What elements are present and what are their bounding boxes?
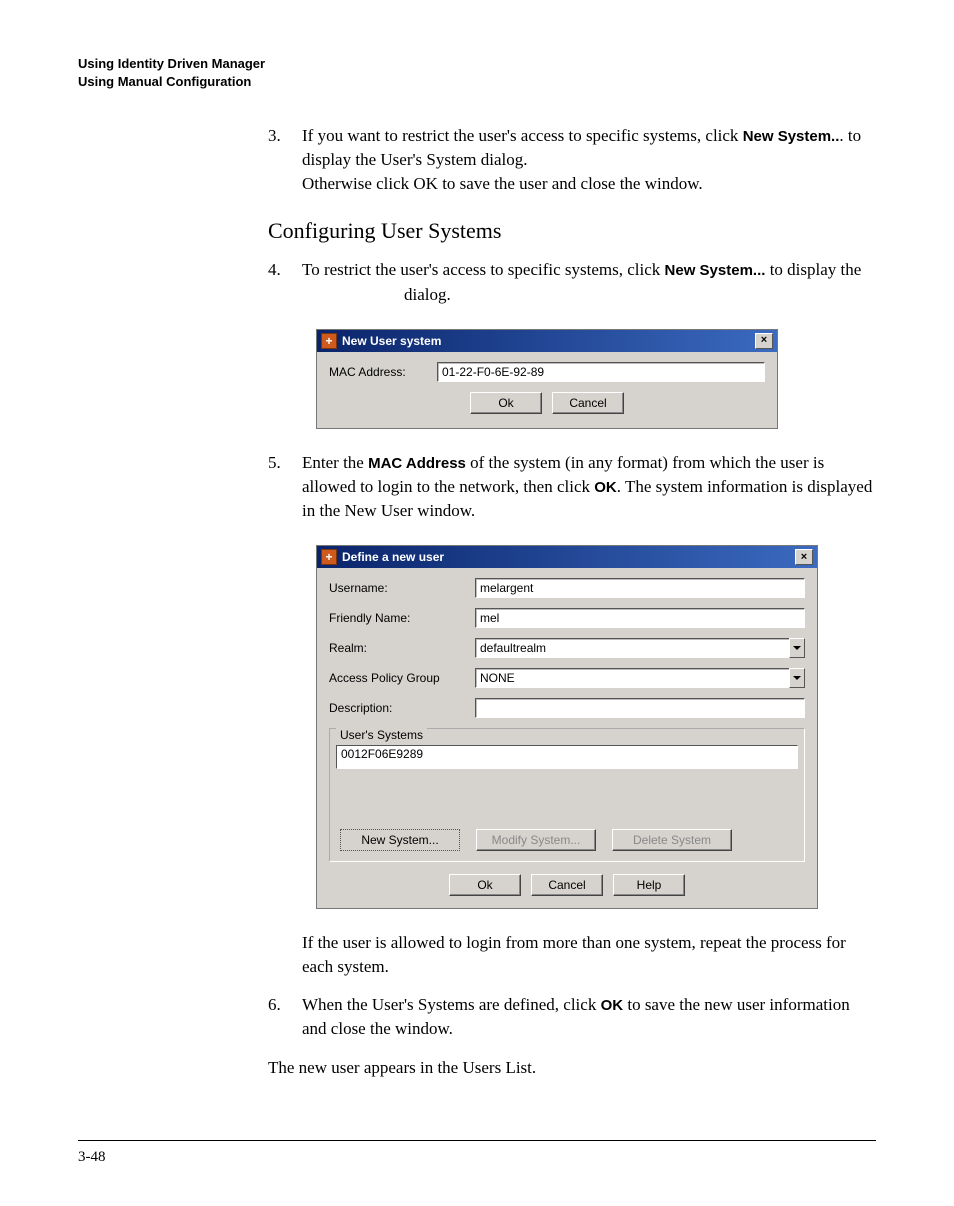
friendly-name-input[interactable] <box>475 608 805 628</box>
delete-system-button[interactable]: Delete System <box>612 829 732 851</box>
apg-combo-input[interactable] <box>475 668 790 688</box>
dialog2-titlebar: + Define a new user × <box>317 546 817 568</box>
modify-system-button[interactable]: Modify System... <box>476 829 596 851</box>
description-label: Description: <box>329 701 475 715</box>
realm-label: Realm: <box>329 641 475 655</box>
step-5: 5. Enter the MAC Address of the system (… <box>268 451 876 523</box>
dialog2-cancel-button[interactable]: Cancel <box>531 874 603 896</box>
section-title: Configuring User Systems <box>268 218 876 244</box>
dialog1-title: New User system <box>342 334 441 348</box>
dialog2-title-icon: + <box>321 549 337 565</box>
step-4-body: To restrict the user's access to specifi… <box>302 258 876 306</box>
bold-ok-a: OK <box>594 479 617 496</box>
step-5-number: 5. <box>268 451 302 523</box>
users-systems-group-label: User's Systems <box>336 728 427 742</box>
page-number: 3-48 <box>78 1149 876 1166</box>
friendly-name-label: Friendly Name: <box>329 611 475 625</box>
dialog2-help-button[interactable]: Help <box>613 874 685 896</box>
mac-address-label: MAC Address: <box>329 365 437 379</box>
dialog1-titlebar: + New User system × <box>317 330 777 352</box>
bold-ok-b: OK <box>601 997 624 1014</box>
description-input[interactable] <box>475 698 805 718</box>
apg-combo-dropdown-icon[interactable] <box>789 668 805 688</box>
bold-mac-address: MAC Address <box>368 455 466 472</box>
step-3-number: 3. <box>268 124 302 196</box>
step-5-body: Enter the MAC Address of the system (in … <box>302 451 876 523</box>
define-new-user-dialog: + Define a new user × Username: Friendly… <box>316 545 818 909</box>
step-4-number: 4. <box>268 258 302 306</box>
username-input[interactable] <box>475 578 805 598</box>
step-6-body: When the User's Systems are defined, cli… <box>302 993 876 1041</box>
step-3: 3. If you want to restrict the user's ac… <box>268 124 876 196</box>
step-6-number: 6. <box>268 993 302 1041</box>
dialog2-ok-button[interactable]: Ok <box>449 874 521 896</box>
dialog1-title-icon: + <box>321 333 337 349</box>
dialog1-close-button[interactable]: × <box>755 333 773 349</box>
new-system-button[interactable]: New System... <box>340 829 460 851</box>
apg-label: Access Policy Group <box>329 671 475 685</box>
header-line-1: Using Identity Driven Manager <box>78 55 876 73</box>
page-header: Using Identity Driven Manager Using Manu… <box>78 55 876 90</box>
step-6: 6. When the User's Systems are defined, … <box>268 993 876 1041</box>
dialog1-ok-button[interactable]: Ok <box>470 392 542 414</box>
dialog2-title: Define a new user <box>342 550 444 564</box>
username-label: Username: <box>329 581 475 595</box>
bold-new-system-b: New System... <box>665 262 766 279</box>
header-line-2: Using Manual Configuration <box>78 73 876 91</box>
closing-paragraph: The new user appears in the Users List. <box>268 1056 876 1080</box>
users-systems-list-item[interactable]: 0012F06E9289 <box>336 745 798 769</box>
after-step5-text: If the user is allowed to login from mor… <box>302 931 876 979</box>
dialog2-close-button[interactable]: × <box>795 549 813 565</box>
mac-address-input[interactable] <box>437 362 765 382</box>
realm-combo-input[interactable] <box>475 638 790 658</box>
new-user-system-dialog: + New User system × MAC Address: Ok Canc… <box>316 329 778 429</box>
dialog1-cancel-button[interactable]: Cancel <box>552 392 624 414</box>
step-3-body: If you want to restrict the user's acces… <box>302 124 876 196</box>
step-4: 4. To restrict the user's access to spec… <box>268 258 876 306</box>
footer-rule <box>78 1140 876 1141</box>
bold-new-system-a: New System.. <box>743 128 840 145</box>
realm-combo-dropdown-icon[interactable] <box>789 638 805 658</box>
